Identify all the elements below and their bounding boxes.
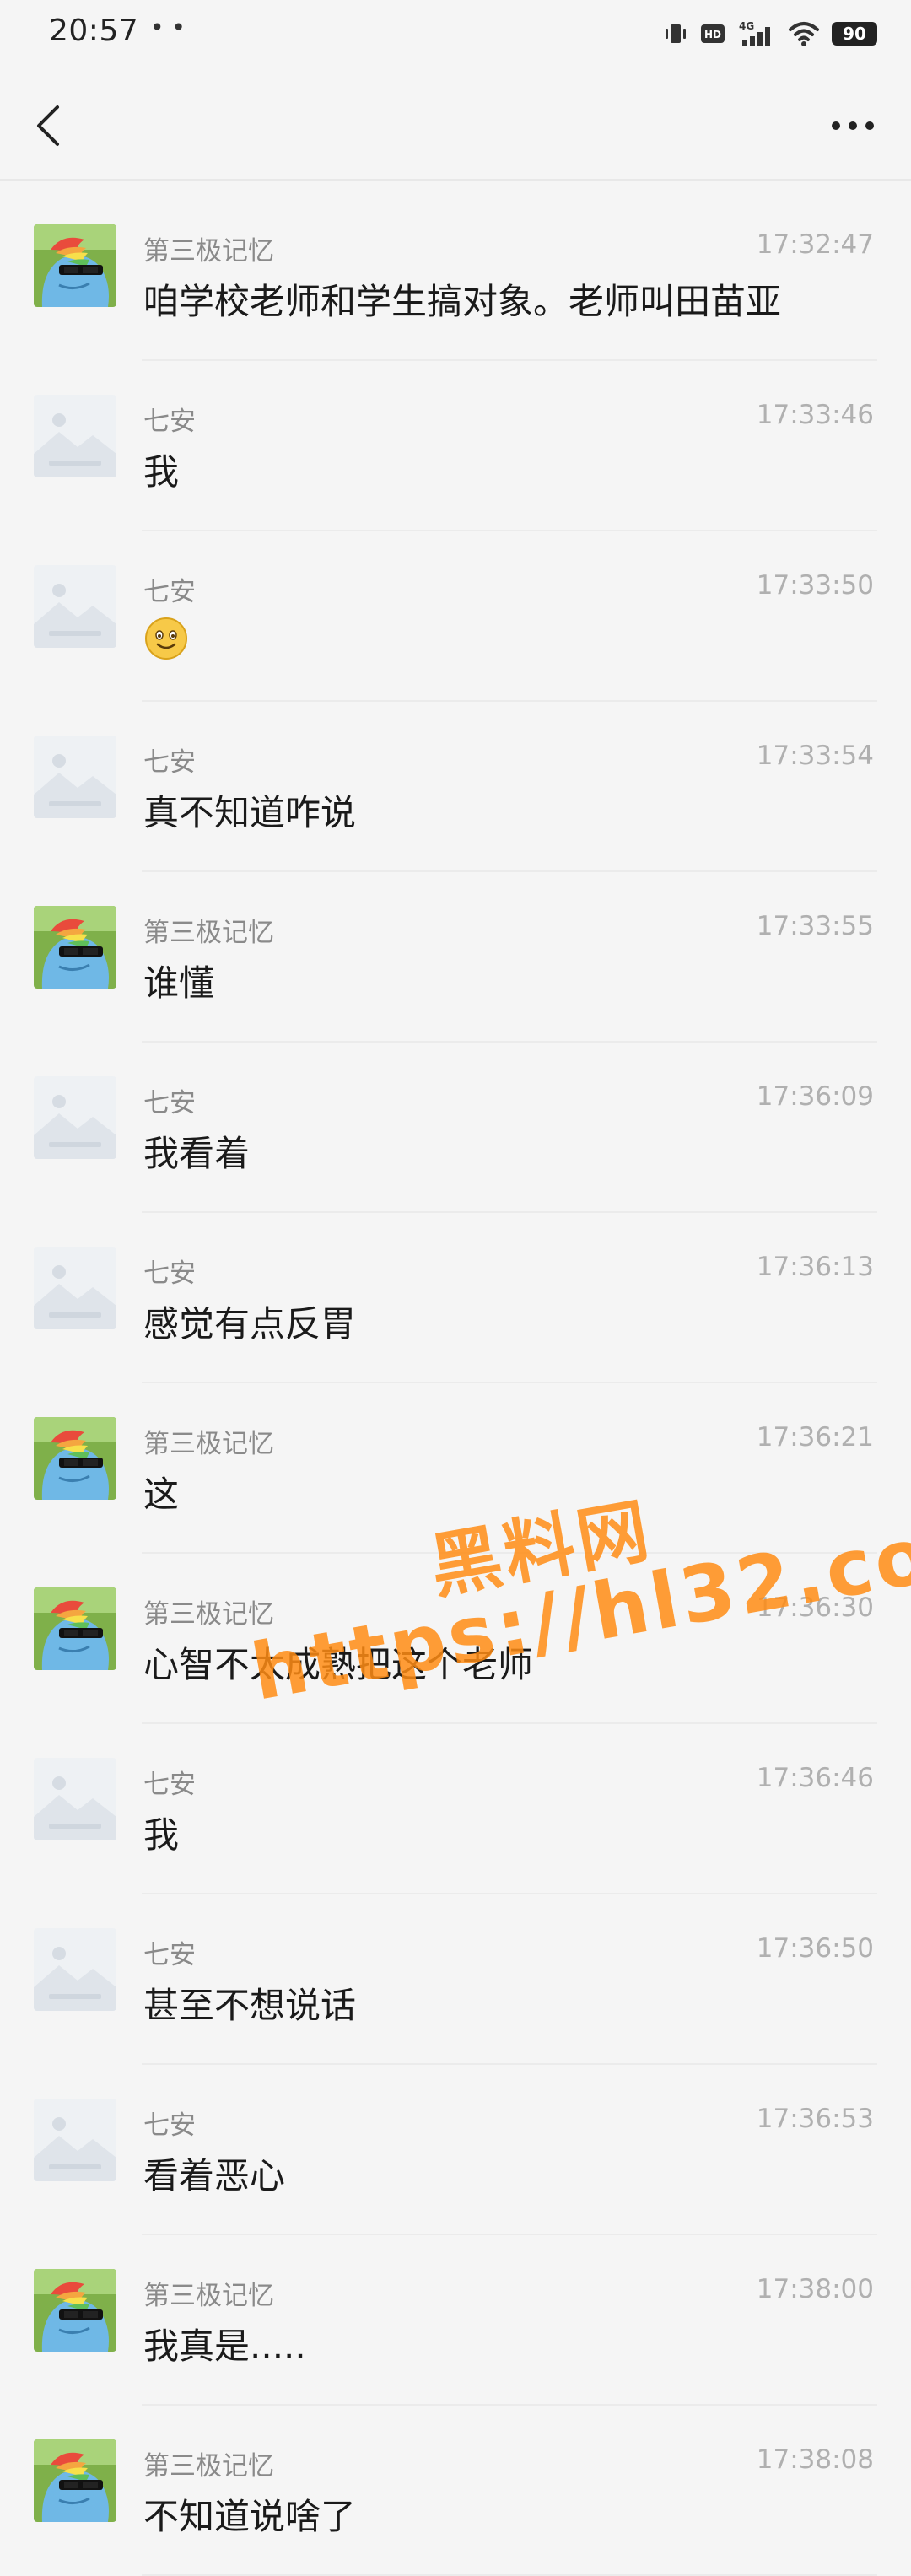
avatar-pony[interactable] (34, 2439, 116, 2522)
hd-icon: HD (700, 22, 725, 46)
message-text: 咱学校老师和学生搞对象。老师叫田苗亚 (143, 281, 782, 322)
avatar-placeholder[interactable] (34, 565, 116, 648)
sender-name: 七安 (143, 407, 196, 437)
sender-name: 第三极记忆 (143, 1429, 274, 1459)
message-row[interactable]: 七安 17:36:09 我看着 (0, 1043, 911, 1213)
smile-emoji-icon (143, 616, 189, 665)
message-time: 17:33:55 (756, 911, 874, 941)
back-button[interactable] (24, 96, 74, 155)
svg-text:HD: HD (704, 29, 721, 40)
header-divider (0, 179, 911, 181)
message-time: 17:36:13 (756, 1252, 874, 1282)
sender-name: 七安 (143, 1940, 196, 1970)
sender-name: 七安 (143, 577, 196, 607)
message-time: 17:36:09 (756, 1081, 874, 1112)
message-row[interactable]: 第三极记忆 17:38:00 我真是..... (0, 2235, 911, 2406)
avatar-placeholder[interactable] (34, 1247, 116, 1329)
message-time: 17:36:50 (756, 1933, 874, 1964)
message-text: 心智不太成熟把这个老师 (143, 1644, 534, 1685)
title-bar (0, 71, 911, 181)
message-text: 我 (143, 1814, 180, 1856)
message-row[interactable]: 第三极记忆 17:33:55 谁懂 (0, 872, 911, 1043)
message-text: 这 (143, 1474, 180, 1515)
avatar-placeholder[interactable] (34, 2099, 116, 2181)
more-button[interactable] (823, 96, 882, 155)
message-time: 17:38:00 (756, 2274, 874, 2304)
message-row[interactable]: 七安 17:33:54 真不知道咋说 (0, 702, 911, 872)
message-time: 17:33:54 (756, 741, 874, 771)
sender-name: 七安 (143, 2110, 196, 2141)
message-list[interactable]: 第三极记忆 17:32:47 咱学校老师和学生搞对象。老师叫田苗亚七安 17:33:4… (0, 191, 911, 2576)
sender-name: 七安 (143, 747, 196, 778)
avatar-pony[interactable] (34, 1417, 116, 1500)
message-row[interactable]: 第三极记忆 17:36:21 这 (0, 1383, 911, 1554)
wifi-icon (788, 20, 820, 47)
message-text: 我看着 (143, 1133, 251, 1174)
message-text: 感觉有点反胃 (143, 1303, 357, 1345)
battery-indicator: 90 (832, 22, 877, 46)
message-text: 谁懂 (143, 962, 215, 1004)
status-time: 20:57 (49, 13, 139, 48)
message-time: 17:36:53 (756, 2104, 874, 2134)
avatar-placeholder[interactable] (34, 395, 116, 477)
message-row[interactable]: 七安 17:36:13 感觉有点反胃 (0, 1213, 911, 1383)
avatar-pony[interactable] (34, 906, 116, 989)
vibrate-icon (663, 21, 688, 46)
message-time: 17:33:50 (756, 570, 874, 601)
message-text: 我 (143, 451, 180, 493)
message-row[interactable]: 七安 17:36:50 甚至不想说话 (0, 1894, 911, 2065)
avatar-placeholder[interactable] (34, 1076, 116, 1159)
status-bar: 20:57 • • HD 4G 90 (0, 0, 911, 71)
message-row[interactable]: 第三极记忆 17:38:08 不知道说啥了 (0, 2406, 911, 2576)
avatar-placeholder[interactable] (34, 1758, 116, 1840)
message-text: 甚至不想说话 (143, 1985, 357, 2026)
sender-name: 七安 (143, 1258, 196, 1289)
status-icons: HD 4G 90 (663, 17, 877, 51)
message-time: 17:36:30 (756, 1592, 874, 1623)
sender-name: 第三极记忆 (143, 2281, 274, 2311)
message-time: 17:36:46 (756, 1763, 874, 1793)
message-row[interactable]: 七安 17:33:50 (0, 531, 911, 702)
avatar-pony[interactable] (34, 1587, 116, 1670)
message-row[interactable]: 七安 17:33:46 我 (0, 361, 911, 531)
chevron-left-icon (37, 105, 59, 146)
sender-name: 七安 (143, 1088, 196, 1118)
avatar-placeholder[interactable] (34, 736, 116, 818)
message-time: 17:33:46 (756, 400, 874, 430)
more-horizontal-icon (832, 121, 874, 130)
message-text: 真不知道咋说 (143, 792, 357, 833)
message-row[interactable]: 第三极记忆 17:36:30 心智不太成熟把这个老师 (0, 1554, 911, 1724)
message-time: 17:32:47 (756, 229, 874, 260)
message-row[interactable]: 第三极记忆 17:32:47 咱学校老师和学生搞对象。老师叫田苗亚 (0, 191, 911, 361)
avatar-placeholder[interactable] (34, 1928, 116, 2011)
sender-name: 七安 (143, 1770, 196, 1800)
message-row[interactable]: 七安 17:36:53 看着恶心 (0, 2065, 911, 2235)
avatar-pony[interactable] (34, 2269, 116, 2352)
sender-name: 第三极记忆 (143, 2451, 274, 2482)
sender-name: 第三极记忆 (143, 1599, 274, 1630)
message-text: 我真是..... (143, 2325, 306, 2367)
avatar-pony[interactable] (34, 224, 116, 307)
status-dots: • • (150, 13, 186, 41)
message-time: 17:36:21 (756, 1422, 874, 1452)
svg-text:4G: 4G (739, 20, 754, 32)
message-row[interactable]: 七安 17:36:46 我 (0, 1724, 911, 1894)
message-text: 不知道说啥了 (143, 2496, 357, 2537)
sender-name: 第三极记忆 (143, 236, 274, 267)
message-text: 看着恶心 (143, 2155, 286, 2196)
signal-icon: 4G (737, 19, 776, 48)
sender-name: 第三极记忆 (143, 918, 274, 948)
message-time: 17:38:08 (756, 2444, 874, 2475)
